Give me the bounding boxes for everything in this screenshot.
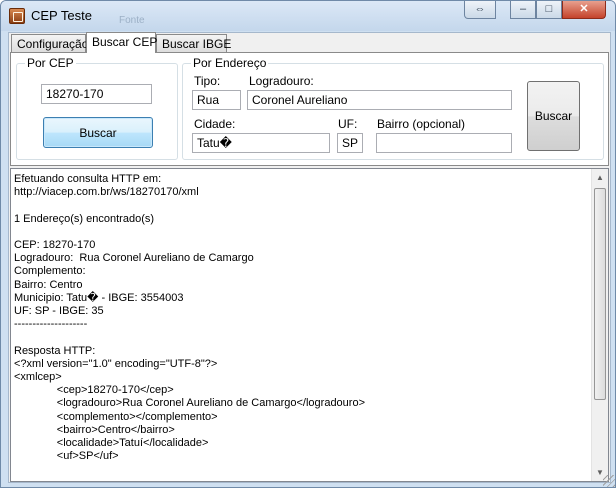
tab-configuracao[interactable]: Configuração: [11, 34, 88, 53]
cidade-input[interactable]: [192, 133, 330, 153]
por-endereco-group: Por Endereço Tipo: Logradouro: Cidade: U…: [182, 56, 604, 160]
title-bar[interactable]: CEP Teste Fonte ⇔ – □ ✕: [1, 1, 615, 31]
tipo-label: Tipo:: [194, 74, 221, 88]
vertical-scrollbar[interactable]: ▲ ▼: [591, 169, 608, 481]
logradouro-label: Logradouro:: [249, 74, 314, 88]
cidade-label: Cidade:: [194, 117, 236, 131]
left-right-arrows-icon[interactable]: ⇔: [464, 1, 496, 19]
close-button[interactable]: ✕: [562, 1, 606, 19]
window-title: CEP Teste: [31, 8, 92, 23]
bairro-input[interactable]: [376, 133, 512, 153]
buscar-endereco-button[interactable]: Buscar: [527, 81, 580, 151]
uf-label: UF:: [338, 117, 358, 131]
bairro-label: Bairro (opcional): [377, 117, 466, 131]
resize-grip-icon[interactable]: [603, 475, 615, 487]
scroll-thumb[interactable]: [594, 188, 606, 400]
por-cep-group: Por CEP Buscar: [16, 56, 178, 160]
tab-buscar-ibge[interactable]: Buscar IBGE: [156, 34, 231, 53]
minimize-button[interactable]: –: [510, 1, 536, 19]
por-endereco-legend: Por Endereço: [191, 56, 269, 70]
app-window: CEP Teste Fonte ⇔ – □ ✕ Configuração Bus…: [0, 0, 616, 488]
cep-input[interactable]: [41, 84, 152, 104]
por-cep-legend: Por CEP: [25, 56, 76, 70]
app-icon[interactable]: [9, 8, 25, 24]
tab-buscar-cep[interactable]: Buscar CEP: [86, 32, 157, 53]
maximize-button[interactable]: □: [536, 1, 562, 19]
tipo-input[interactable]: [192, 90, 241, 110]
output-textbox[interactable]: Efetuando consulta HTTP em: http://viace…: [10, 168, 609, 482]
logradouro-input[interactable]: [247, 90, 512, 110]
scroll-up-icon[interactable]: ▲: [592, 169, 608, 186]
tab-panel-buscar-cep: Por CEP Buscar Por Endereço Tipo: Lograd…: [10, 52, 609, 166]
output-text: Efetuando consulta HTTP em: http://viace…: [14, 173, 365, 463]
uf-input[interactable]: [337, 133, 363, 153]
buscar-cep-button[interactable]: Buscar: [43, 117, 153, 148]
background-ghost-text: Fonte: [119, 15, 145, 26]
client-area: Configuração Buscar CEP Buscar IBGE Por …: [8, 32, 611, 483]
